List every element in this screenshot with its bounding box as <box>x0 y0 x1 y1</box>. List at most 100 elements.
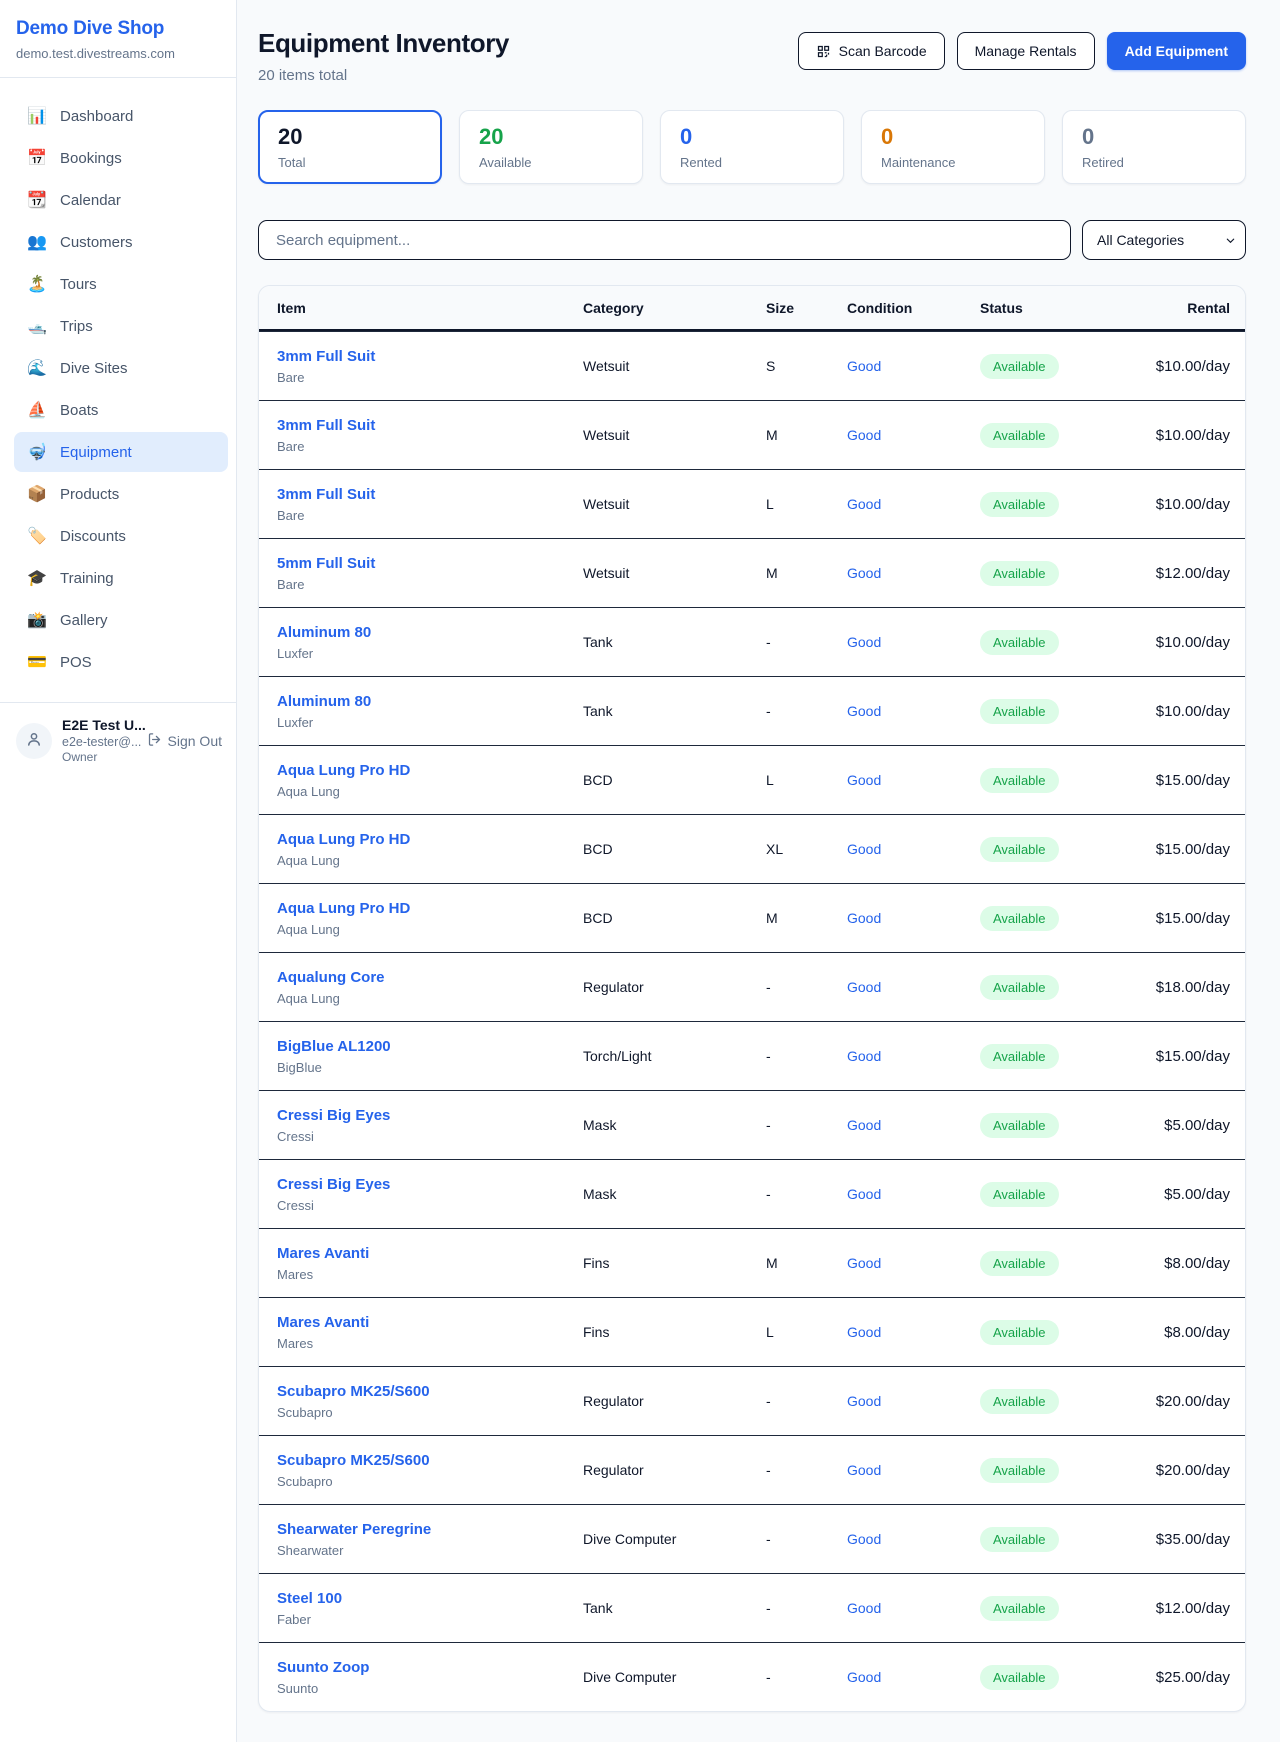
item-name-link[interactable]: Aqua Lung Pro HD <box>277 762 410 779</box>
table-row: Aqua Lung Pro HD Aqua Lung BCD XL Good A… <box>259 814 1245 883</box>
condition-link[interactable]: Good <box>847 1600 980 1616</box>
rental-rate: $18.00/day <box>1140 979 1230 996</box>
brand-name[interactable]: Demo Dive Shop <box>16 18 220 40</box>
item-name-link[interactable]: Mares Avanti <box>277 1314 369 1331</box>
condition-link[interactable]: Good <box>847 1531 980 1547</box>
sidebar-item-tours[interactable]: 🏝️ Tours <box>14 264 228 304</box>
status-cell: Available <box>980 492 1140 517</box>
condition-link[interactable]: Good <box>847 1393 980 1409</box>
rental-rate: $15.00/day <box>1140 910 1230 927</box>
item-name-link[interactable]: Aqua Lung Pro HD <box>277 900 410 917</box>
sidebar-item-dashboard[interactable]: 📊 Dashboard <box>14 96 228 136</box>
item-name-link[interactable]: Suunto Zoop <box>277 1659 369 1676</box>
condition-link[interactable]: Good <box>847 1462 980 1478</box>
sidebar-item-gallery[interactable]: 📸 Gallery <box>14 600 228 640</box>
sidebar-item-discounts[interactable]: 🏷️ Discounts <box>14 516 228 556</box>
sidebar-item-boats[interactable]: ⛵ Boats <box>14 390 228 430</box>
brand-domain: demo.test.divestreams.com <box>16 46 220 61</box>
item-name-link[interactable]: BigBlue AL1200 <box>277 1038 391 1055</box>
status-badge: Available <box>980 975 1059 1000</box>
condition-link[interactable]: Good <box>847 1186 980 1202</box>
condition-link[interactable]: Good <box>847 1048 980 1064</box>
item-name-link[interactable]: 3mm Full Suit <box>277 348 375 365</box>
item-name-link[interactable]: Mares Avanti <box>277 1245 369 1262</box>
sidebar-item-bookings[interactable]: 📅 Bookings <box>14 138 228 178</box>
rental-rate: $20.00/day <box>1140 1393 1230 1410</box>
column-header-rental: Rental <box>1140 300 1230 316</box>
sidebar-item-pos[interactable]: 💳 POS <box>14 642 228 682</box>
stat-card-retired[interactable]: 0 Retired <box>1062 110 1246 184</box>
item-name-link[interactable]: Scubapro MK25/S600 <box>277 1452 430 1469</box>
item-name-link[interactable]: Aqua Lung Pro HD <box>277 831 410 848</box>
item-name-link[interactable]: 5mm Full Suit <box>277 555 375 572</box>
condition-link[interactable]: Good <box>847 979 980 995</box>
condition-link[interactable]: Good <box>847 772 980 788</box>
stat-label: Maintenance <box>881 155 1025 170</box>
condition-link[interactable]: Good <box>847 703 980 719</box>
item-name-link[interactable]: Shearwater Peregrine <box>277 1521 431 1538</box>
item-brand: Bare <box>277 439 583 454</box>
sidebar-item-dive-sites[interactable]: 🌊 Dive Sites <box>14 348 228 388</box>
sidebar-item-label: Gallery <box>60 612 108 629</box>
status-badge: Available <box>980 1044 1059 1069</box>
condition-link[interactable]: Good <box>847 1324 980 1340</box>
calendar-icon: 📆 <box>26 190 48 210</box>
rental-rate: $15.00/day <box>1140 841 1230 858</box>
condition-link[interactable]: Good <box>847 565 980 581</box>
scan-barcode-button[interactable]: Scan Barcode <box>798 32 945 70</box>
condition-link[interactable]: Good <box>847 1669 980 1685</box>
search-input[interactable] <box>258 220 1071 260</box>
condition-link[interactable]: Good <box>847 427 980 443</box>
table-row: 3mm Full Suit Bare Wetsuit M Good Availa… <box>259 400 1245 469</box>
table-row: 3mm Full Suit Bare Wetsuit L Good Availa… <box>259 469 1245 538</box>
sidebar-item-products[interactable]: 📦 Products <box>14 474 228 514</box>
table-row: Mares Avanti Mares Fins L Good Available… <box>259 1297 1245 1366</box>
manage-rentals-button[interactable]: Manage Rentals <box>957 32 1095 70</box>
sidebar-item-trips[interactable]: 🛥️ Trips <box>14 306 228 346</box>
rental-rate: $10.00/day <box>1140 358 1230 375</box>
category-cell: Wetsuit <box>583 565 766 581</box>
item-name-link[interactable]: Cressi Big Eyes <box>277 1107 390 1124</box>
status-badge: Available <box>980 1527 1059 1552</box>
category-cell: Regulator <box>583 979 766 995</box>
rental-rate: $12.00/day <box>1140 565 1230 582</box>
sidebar-item-calendar[interactable]: 📆 Calendar <box>14 180 228 220</box>
status-cell: Available <box>980 1458 1140 1483</box>
sidebar-item-customers[interactable]: 👥 Customers <box>14 222 228 262</box>
user-box: E2E Test U... e2e-tester@... Owner Sign … <box>0 702 236 779</box>
item-name-link[interactable]: Cressi Big Eyes <box>277 1176 390 1193</box>
item-cell: Aqua Lung Pro HD Aqua Lung <box>277 762 583 799</box>
item-name-link[interactable]: Aqualung Core <box>277 969 385 986</box>
sidebar-item-equipment[interactable]: 🤿 Equipment <box>14 432 228 472</box>
item-name-link[interactable]: Aluminum 80 <box>277 624 371 641</box>
table-body: 3mm Full Suit Bare Wetsuit S Good Availa… <box>259 331 1245 1711</box>
item-brand: Cressi <box>277 1198 583 1213</box>
item-name-link[interactable]: Aluminum 80 <box>277 693 371 710</box>
condition-link[interactable]: Good <box>847 841 980 857</box>
stat-cards: 20 Total 20 Available 0 Rented 0 Mainten… <box>258 110 1246 184</box>
item-name-link[interactable]: Steel 100 <box>277 1590 342 1607</box>
item-cell: Suunto Zoop Suunto <box>277 1659 583 1696</box>
condition-link[interactable]: Good <box>847 1255 980 1271</box>
stat-card-available[interactable]: 20 Available <box>459 110 643 184</box>
item-name-link[interactable]: 3mm Full Suit <box>277 417 375 434</box>
category-select[interactable]: All Categories <box>1082 220 1246 260</box>
condition-link[interactable]: Good <box>847 1117 980 1133</box>
table-row: Aqua Lung Pro HD Aqua Lung BCD M Good Av… <box>259 883 1245 952</box>
stat-card-maintenance[interactable]: 0 Maintenance <box>861 110 1045 184</box>
sign-out-button[interactable]: Sign Out <box>147 732 222 750</box>
condition-link[interactable]: Good <box>847 910 980 926</box>
add-equipment-button[interactable]: Add Equipment <box>1107 32 1246 70</box>
item-name-link[interactable]: 3mm Full Suit <box>277 486 375 503</box>
sidebar-item-training[interactable]: 🎓 Training <box>14 558 228 598</box>
category-cell: Fins <box>583 1324 766 1340</box>
item-brand: Shearwater <box>277 1543 583 1558</box>
item-brand: Bare <box>277 577 583 592</box>
condition-link[interactable]: Good <box>847 496 980 512</box>
stat-card-rented[interactable]: 0 Rented <box>660 110 844 184</box>
stat-card-total[interactable]: 20 Total <box>258 110 442 184</box>
status-cell: Available <box>980 1527 1140 1552</box>
condition-link[interactable]: Good <box>847 634 980 650</box>
item-name-link[interactable]: Scubapro MK25/S600 <box>277 1383 430 1400</box>
condition-link[interactable]: Good <box>847 358 980 374</box>
